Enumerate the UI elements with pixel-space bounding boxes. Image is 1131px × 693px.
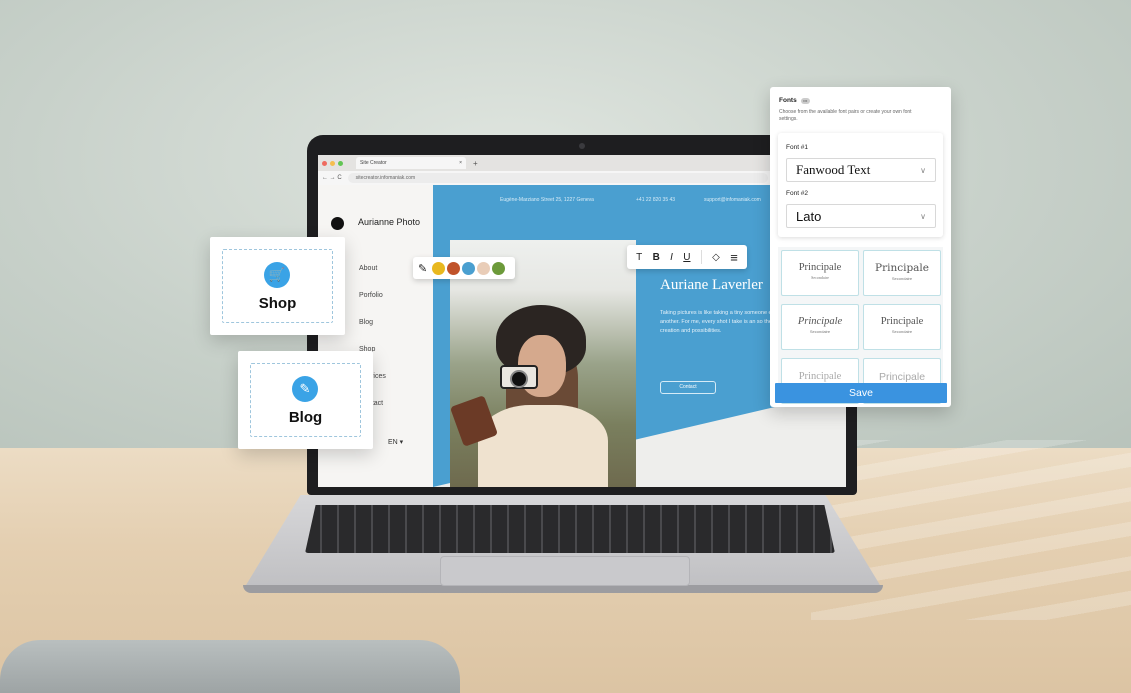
font-pair-main: Principale (880, 316, 924, 327)
color-swatch-rust[interactable] (447, 261, 461, 275)
tab-title: Site Creator (360, 160, 387, 166)
site-brand[interactable]: Aurianne Photo (358, 217, 420, 227)
color-swatch-green[interactable] (492, 261, 506, 275)
navigation-icons[interactable]: ← → C (322, 175, 342, 181)
close-window-dot[interactable] (322, 160, 327, 166)
browser-tabbar: Site Creator × + (318, 155, 846, 171)
phone-text: +41 22 820 35 43 (636, 197, 676, 203)
shopping-cart-icon: 🛒 (264, 262, 290, 288)
font1-select[interactable]: Fanwood Text ∨ (786, 158, 936, 182)
new-tab-button[interactable]: + (473, 159, 478, 168)
fonts-description: Choose from the available font pairs or … (779, 109, 912, 122)
font-pair-option[interactable]: Principale Secondaire (781, 250, 859, 296)
align-menu-icon[interactable]: ≡ (730, 250, 738, 265)
menu-item-portfolio[interactable]: Porfolio (359, 292, 383, 299)
font1-value: Fanwood Text (796, 162, 871, 177)
fonts-title: Fonts (779, 97, 797, 104)
pencil-icon[interactable]: ✎ (418, 262, 427, 275)
touchpad (440, 556, 690, 586)
pen-icon: ✎ (292, 376, 318, 402)
font2-select[interactable]: Lato ∨ (786, 204, 936, 228)
blog-label: Blog (288, 409, 323, 426)
color-swatch-blue[interactable] (462, 261, 476, 275)
photo-lens (510, 370, 528, 388)
underline-button[interactable]: U (683, 252, 690, 263)
keyboard (305, 505, 835, 553)
color-drop-icon[interactable]: ◇ (712, 252, 720, 263)
chair-back (0, 640, 460, 693)
font-pair-option[interactable]: Principale Secondaire (863, 250, 941, 296)
address-text: Eugène-Marziano Street 25, 1227 Geneva (500, 197, 594, 203)
text-toolbar: T B I U ◇ ≡ (627, 245, 747, 269)
menu-item-about[interactable]: About (359, 265, 377, 272)
menu-item-blog[interactable]: Blog (359, 319, 373, 326)
maximize-window-dot[interactable] (338, 160, 343, 166)
color-toolbar: ✎ (413, 257, 515, 279)
tab-close-icon[interactable]: × (459, 160, 462, 166)
shop-widget-card[interactable]: 🛒 Shop (210, 237, 345, 335)
font-pair-sub: Secondaire (811, 275, 829, 280)
email-text: support@infomaniak.com (704, 197, 761, 203)
font1-label: Font #1 (786, 144, 809, 151)
italic-button[interactable]: I (670, 252, 673, 263)
color-swatch-yellow[interactable] (432, 261, 446, 275)
site-logo-icon (331, 217, 344, 230)
url-field[interactable]: sitecreator.infomaniak.com (347, 173, 768, 183)
font-pair-sub: Secondaire (809, 329, 831, 334)
font-pair-sub: Secondaire (891, 276, 913, 281)
font-pairs-grid: Principale Secondaire Principale Seconda… (778, 247, 943, 404)
contact-button[interactable]: Contact (660, 381, 716, 394)
photo-body (478, 405, 608, 487)
browser-tab[interactable]: Site Creator × (356, 157, 466, 169)
blog-widget-card[interactable]: ✎ Blog (238, 351, 373, 449)
font-pair-main: Principale (798, 371, 842, 382)
chevron-down-icon: ∨ (920, 165, 926, 175)
font-pair-main: Principale (797, 316, 843, 327)
address-bar: ← → C sitecreator.infomaniak.com (318, 171, 846, 185)
info-icon[interactable]: ••• (800, 97, 810, 104)
bold-button[interactable]: B (653, 252, 660, 263)
toolbar-divider (700, 250, 702, 264)
color-swatch-beige[interactable] (477, 261, 491, 275)
text-style-button[interactable]: T (636, 252, 642, 263)
shop-label: Shop (258, 295, 297, 312)
minimize-window-dot[interactable] (330, 160, 335, 166)
chevron-down-icon: ∨ (920, 211, 926, 221)
font-pair-option[interactable]: Principale Secondaire (863, 304, 941, 350)
language-value: EN (388, 439, 398, 446)
font2-label: Font #2 (786, 190, 809, 197)
laptop-base-edge (243, 585, 883, 593)
font2-value: Lato (796, 208, 822, 224)
font-pair-main: Principale (875, 262, 929, 274)
save-button[interactable]: Save (775, 383, 947, 403)
hero-title: Auriane Laverler (660, 277, 763, 293)
font-pair-sub: Secondaire (891, 329, 913, 334)
font-pair-main: Principale (878, 371, 926, 383)
window-light (811, 440, 1131, 620)
fonts-panel: Fonts ••• Choose from the available font… (770, 87, 951, 407)
font-settings-box: Font #1 Fanwood Text ∨ Font #2 Lato ∨ (778, 133, 943, 237)
font-pair-option[interactable]: Principale Secondaire (781, 304, 859, 350)
laptop-screen: Site Creator × + ← → C sitecreator.infom… (318, 155, 846, 487)
language-select[interactable]: EN ▾ (388, 438, 403, 446)
fonts-panel-title-row: Fonts ••• (779, 97, 810, 104)
webcam (579, 143, 585, 149)
font-pair-main: Principale (798, 262, 842, 273)
